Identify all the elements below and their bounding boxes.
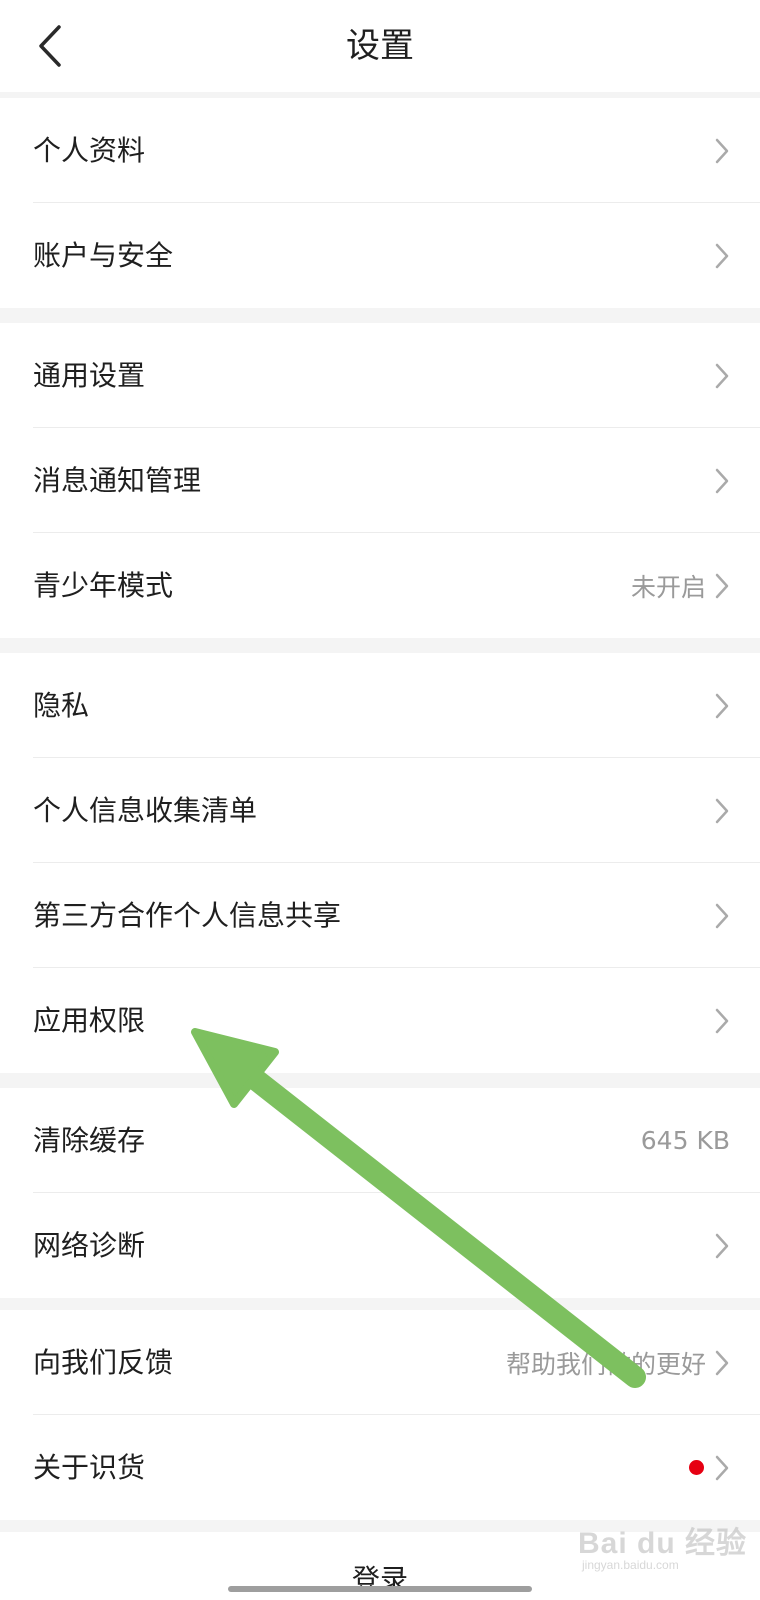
settings-item-feedback[interactable]: 向我们反馈 帮助我们做的更好 bbox=[0, 1310, 760, 1415]
chevron-right-icon bbox=[715, 1455, 729, 1480]
chevron-right-icon bbox=[715, 243, 729, 268]
settings-item-youth-mode[interactable]: 青少年模式 未开启 bbox=[0, 533, 760, 638]
settings-item-info-collection-list[interactable]: 个人信息收集清单 bbox=[0, 758, 760, 863]
home-indicator bbox=[228, 1586, 532, 1592]
settings-item-network-diagnosis[interactable]: 网络诊断 bbox=[0, 1193, 760, 1298]
navigation-bar: 设置 bbox=[0, 0, 760, 92]
settings-item-label: 个人资料 bbox=[33, 134, 146, 167]
settings-item-label: 第三方合作个人信息共享 bbox=[33, 899, 342, 932]
settings-item-label: 消息通知管理 bbox=[33, 464, 202, 497]
youth-mode-status: 未开启 bbox=[630, 572, 706, 602]
settings-item-clear-cache[interactable]: 清除缓存 645 KB bbox=[0, 1088, 760, 1193]
watermark: Bai du 经验 jingyan.baidu.com bbox=[578, 1518, 748, 1578]
settings-item-profile[interactable]: 个人资料 bbox=[0, 98, 760, 203]
settings-item-privacy[interactable]: 隐私 bbox=[0, 653, 760, 758]
feedback-hint: 帮助我们做的更好 bbox=[505, 1349, 706, 1379]
settings-item-label: 账户与安全 bbox=[33, 239, 174, 272]
settings-item-third-party-sharing[interactable]: 第三方合作个人信息共享 bbox=[0, 863, 760, 968]
page-title: 设置 bbox=[346, 26, 414, 66]
chevron-right-icon bbox=[715, 138, 729, 163]
settings-item-app-permissions[interactable]: 应用权限 bbox=[0, 968, 760, 1073]
settings-group-profile: 个人资料 账户与安全 bbox=[0, 98, 760, 308]
settings-item-label: 隐私 bbox=[33, 689, 90, 722]
settings-item-label: 网络诊断 bbox=[33, 1229, 146, 1262]
chevron-right-icon bbox=[715, 468, 729, 493]
settings-item-general[interactable]: 通用设置 bbox=[0, 323, 760, 428]
settings-item-account-security[interactable]: 账户与安全 bbox=[0, 203, 760, 308]
settings-item-about[interactable]: 关于识货 bbox=[0, 1415, 760, 1520]
watermark-text: Bai du 经验 bbox=[578, 1527, 748, 1560]
notification-dot bbox=[689, 1460, 704, 1475]
cache-size: 645 KB bbox=[640, 1126, 730, 1155]
chevron-right-icon bbox=[715, 1008, 729, 1033]
settings-item-label: 个人信息收集清单 bbox=[33, 794, 258, 827]
chevron-right-icon bbox=[715, 903, 729, 928]
settings-item-label: 清除缓存 bbox=[33, 1124, 146, 1157]
chevron-right-icon bbox=[715, 693, 729, 718]
watermark-url: jingyan.baidu.com bbox=[582, 1558, 679, 1572]
settings-group-general: 通用设置 消息通知管理 青少年模式 未开启 bbox=[0, 323, 760, 638]
chevron-right-icon bbox=[715, 798, 729, 823]
settings-group-about: 向我们反馈 帮助我们做的更好 关于识货 bbox=[0, 1310, 760, 1520]
settings-item-label: 青少年模式 bbox=[33, 569, 174, 602]
chevron-right-icon bbox=[715, 363, 729, 388]
settings-group-cache-network: 清除缓存 645 KB 网络诊断 bbox=[0, 1088, 760, 1298]
settings-item-label: 通用设置 bbox=[33, 359, 146, 392]
settings-item-notifications[interactable]: 消息通知管理 bbox=[0, 428, 760, 533]
settings-group-privacy: 隐私 个人信息收集清单 第三方合作个人信息共享 应用权限 bbox=[0, 653, 760, 1073]
chevron-right-icon bbox=[715, 1233, 729, 1258]
chevron-right-icon bbox=[715, 1350, 729, 1375]
settings-item-label: 向我们反馈 bbox=[33, 1346, 174, 1379]
settings-item-label: 应用权限 bbox=[33, 1004, 146, 1037]
settings-item-label: 关于识货 bbox=[33, 1451, 146, 1484]
chevron-right-icon bbox=[715, 573, 729, 598]
